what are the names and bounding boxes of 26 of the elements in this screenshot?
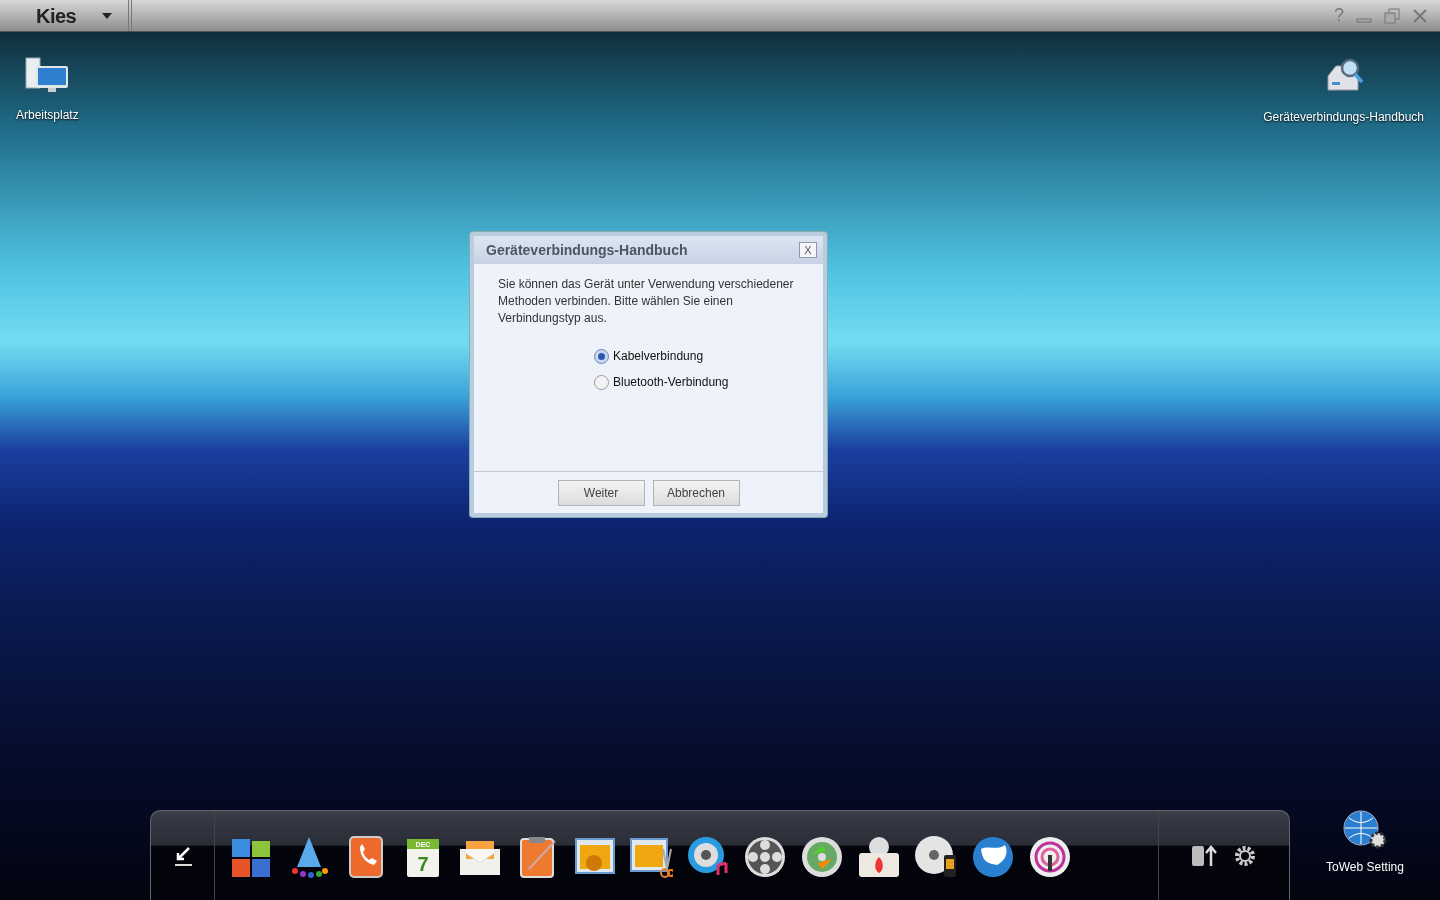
sync-disc-icon[interactable] [800,835,844,879]
dialog-button[interactable]: Abbrechen [652,479,740,506]
dropdown-caret-icon[interactable] [102,12,112,19]
settings-icon[interactable] [1233,843,1257,868]
phone-upload-icon[interactable] [1191,843,1217,868]
radio-label[interactable]: Bluetooth-Verbindung [613,373,729,391]
radio-button[interactable] [594,374,609,390]
podcast-icon[interactable] [1028,835,1072,879]
close-icon[interactable] [1412,7,1428,24]
photo-scissors-icon[interactable] [629,835,673,879]
dialog-message: Sie können das Gerät unter Verwendung verschiedener Methoden verbinden. Bitte wählen Sie einen Verbindungstyp aus. [497,276,795,327]
dialog-close-button[interactable]: X [799,242,817,258]
dialog-title: Geräteverbindungs-Handbuch [486,240,688,260]
desktop-icon-label[interactable]: ToWeb Setting [1326,858,1404,876]
app-logo: Kies [36,3,77,29]
desktop-icon-label[interactable]: Geräteverbindungs-Handbuch [1263,108,1424,126]
globe-gear-icon[interactable] [1343,810,1387,850]
radio-button[interactable] [594,348,609,364]
radio-label[interactable]: Kabelverbindung [613,347,704,365]
globe-icon[interactable] [971,835,1015,879]
desktop-icon-label[interactable]: Arbeitsplatz [16,106,79,124]
disc-burner-icon[interactable] [857,835,901,879]
dialog-button[interactable]: Weiter [557,479,645,506]
computer-icon [24,56,71,94]
film-reel-icon[interactable] [743,835,787,879]
disc-player-icon[interactable] [914,835,958,879]
